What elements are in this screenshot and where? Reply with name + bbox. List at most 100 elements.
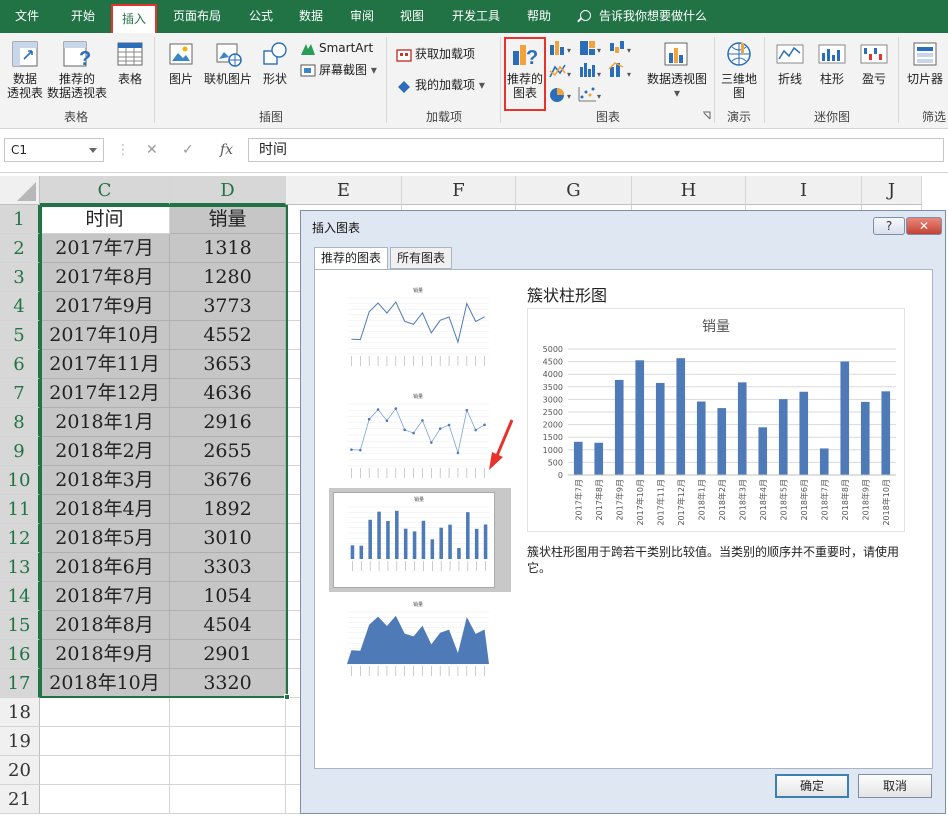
bar[interactable] xyxy=(573,441,583,475)
table-cell[interactable]: 3676 xyxy=(170,466,286,495)
table-cell[interactable]: 2017年9月 xyxy=(40,292,170,321)
empty-cell[interactable] xyxy=(40,698,170,727)
empty-cell[interactable] xyxy=(40,727,170,756)
chevron-down-icon[interactable] xyxy=(89,148,97,153)
tab-all-charts[interactable]: 所有图表 xyxy=(390,247,453,269)
formula-input[interactable]: 时间 xyxy=(248,138,944,162)
thumbnail-area-chart[interactable]: 销量 xyxy=(333,598,493,694)
bar[interactable] xyxy=(737,382,747,475)
column-header-I[interactable]: I xyxy=(746,176,862,205)
recommended-pivot-button[interactable]: ? 推荐的 数据透视表 xyxy=(44,39,110,100)
pivot-table-button[interactable]: 数据 透视表 xyxy=(2,39,48,100)
table-cell[interactable]: 2655 xyxy=(170,437,286,466)
tab-page-layout[interactable]: 页面布局 xyxy=(165,0,229,33)
3d-map-button[interactable]: 三维地 图 xyxy=(718,39,760,100)
row-header-16[interactable]: 16 xyxy=(0,640,40,669)
table-button[interactable]: 表格 xyxy=(112,39,148,86)
tab-review[interactable]: 审阅 xyxy=(341,0,383,33)
tab-recommended-charts[interactable]: 推荐的图表 xyxy=(314,247,389,270)
row-header-10[interactable]: 10 xyxy=(0,466,40,495)
table-cell[interactable]: 2018年4月 xyxy=(40,495,170,524)
fill-handle[interactable] xyxy=(284,694,290,700)
tell-me-search[interactable]: 告诉我你想要做什么 xyxy=(580,0,707,33)
bar[interactable] xyxy=(778,399,788,475)
bar[interactable] xyxy=(758,427,768,475)
smartart-button[interactable]: SmartArt xyxy=(300,39,373,57)
table-cell[interactable]: 2018年9月 xyxy=(40,640,170,669)
table-cell[interactable]: 3773 xyxy=(170,292,286,321)
table-cell[interactable]: 2017年10月 xyxy=(40,321,170,350)
column-header-D[interactable]: D xyxy=(170,176,286,205)
table-cell[interactable]: 2018年10月 xyxy=(40,669,170,698)
table-cell[interactable]: 2018年1月 xyxy=(40,408,170,437)
empty-cell[interactable] xyxy=(170,727,286,756)
row-header-4[interactable]: 4 xyxy=(0,292,40,321)
table-header-cell[interactable]: 销量 xyxy=(170,205,286,234)
thumbnail-line-chart[interactable]: 销量 xyxy=(333,284,493,380)
bar[interactable] xyxy=(655,382,665,475)
tab-data[interactable]: 数据 xyxy=(290,0,332,33)
table-header-cell[interactable]: 时间 xyxy=(40,205,170,234)
table-cell[interactable]: 2018年3月 xyxy=(40,466,170,495)
table-cell[interactable]: 2018年8月 xyxy=(40,611,170,640)
cancel-icon[interactable]: ✕ xyxy=(146,142,158,158)
bar[interactable] xyxy=(614,379,624,475)
table-cell[interactable]: 1054 xyxy=(170,582,286,611)
table-cell[interactable]: 2018年7月 xyxy=(40,582,170,611)
row-header-6[interactable]: 6 xyxy=(0,350,40,379)
bar[interactable] xyxy=(696,401,706,475)
sparkline-winloss-button[interactable]: 盈亏 xyxy=(854,39,894,86)
row-header-18[interactable]: 18 xyxy=(0,698,40,727)
table-cell[interactable]: 2017年7月 xyxy=(40,234,170,263)
empty-cell[interactable] xyxy=(40,785,170,814)
row-header-19[interactable]: 19 xyxy=(0,727,40,756)
table-cell[interactable]: 4552 xyxy=(170,321,286,350)
bar[interactable] xyxy=(676,358,686,475)
sparkline-line-button[interactable]: 折线 xyxy=(770,39,810,86)
column-header-F[interactable]: F xyxy=(402,176,516,205)
empty-cell[interactable] xyxy=(170,756,286,785)
shapes-button[interactable]: 形状 xyxy=(258,39,292,86)
insert-function-icon[interactable]: fx xyxy=(220,142,233,158)
enter-icon[interactable]: ✓ xyxy=(182,142,194,158)
screenshot-button[interactable]: 屏幕截图 ▾ xyxy=(300,61,377,79)
tab-formulas[interactable]: 公式 xyxy=(240,0,282,33)
row-header-7[interactable]: 7 xyxy=(0,379,40,408)
close-button[interactable]: ✕ xyxy=(906,217,942,235)
bar[interactable] xyxy=(635,360,645,475)
table-cell[interactable]: 3010 xyxy=(170,524,286,553)
ok-button[interactable]: 确定 xyxy=(775,774,849,798)
row-header-1[interactable]: 1 xyxy=(0,205,40,234)
column-header-E[interactable]: E xyxy=(286,176,402,205)
picture-button[interactable]: 图片 xyxy=(162,39,200,86)
table-cell[interactable]: 2017年8月 xyxy=(40,263,170,292)
online-picture-button[interactable]: 联机图片 xyxy=(200,39,256,86)
empty-cell[interactable] xyxy=(170,785,286,814)
table-cell[interactable]: 4636 xyxy=(170,379,286,408)
tab-help[interactable]: 帮助 xyxy=(518,0,560,33)
row-header-14[interactable]: 14 xyxy=(0,582,40,611)
help-button[interactable]: ? xyxy=(873,217,905,235)
table-cell[interactable]: 1280 xyxy=(170,263,286,292)
table-cell[interactable]: 3303 xyxy=(170,553,286,582)
bar[interactable] xyxy=(819,448,829,475)
my-addins-button[interactable]: 我的加载项 ▾ xyxy=(396,76,485,94)
tab-developer[interactable]: 开发工具 xyxy=(444,0,508,33)
row-header-20[interactable]: 20 xyxy=(0,756,40,785)
table-cell[interactable]: 1318 xyxy=(170,234,286,263)
column-header-H[interactable]: H xyxy=(632,176,746,205)
select-all-corner[interactable] xyxy=(0,176,40,205)
pivot-chart-button[interactable]: 数据透视图 ▾ xyxy=(644,39,710,100)
dialog-launcher-icon[interactable] xyxy=(702,111,712,121)
thumbnail-scatter-line-chart[interactable]: 销量 xyxy=(333,390,493,486)
get-addins-button[interactable]: 获取加载项 xyxy=(396,45,475,63)
row-header-9[interactable]: 9 xyxy=(0,437,40,466)
column-header-C[interactable]: C xyxy=(40,176,170,205)
name-box[interactable]: C1 xyxy=(4,138,104,162)
empty-cell[interactable] xyxy=(40,756,170,785)
thumbnail-clustered-column-chart[interactable]: 销量 xyxy=(329,488,511,592)
table-cell[interactable]: 1892 xyxy=(170,495,286,524)
bar[interactable] xyxy=(860,401,870,475)
tab-file[interactable]: 文件 xyxy=(6,0,48,33)
row-header-3[interactable]: 3 xyxy=(0,263,40,292)
